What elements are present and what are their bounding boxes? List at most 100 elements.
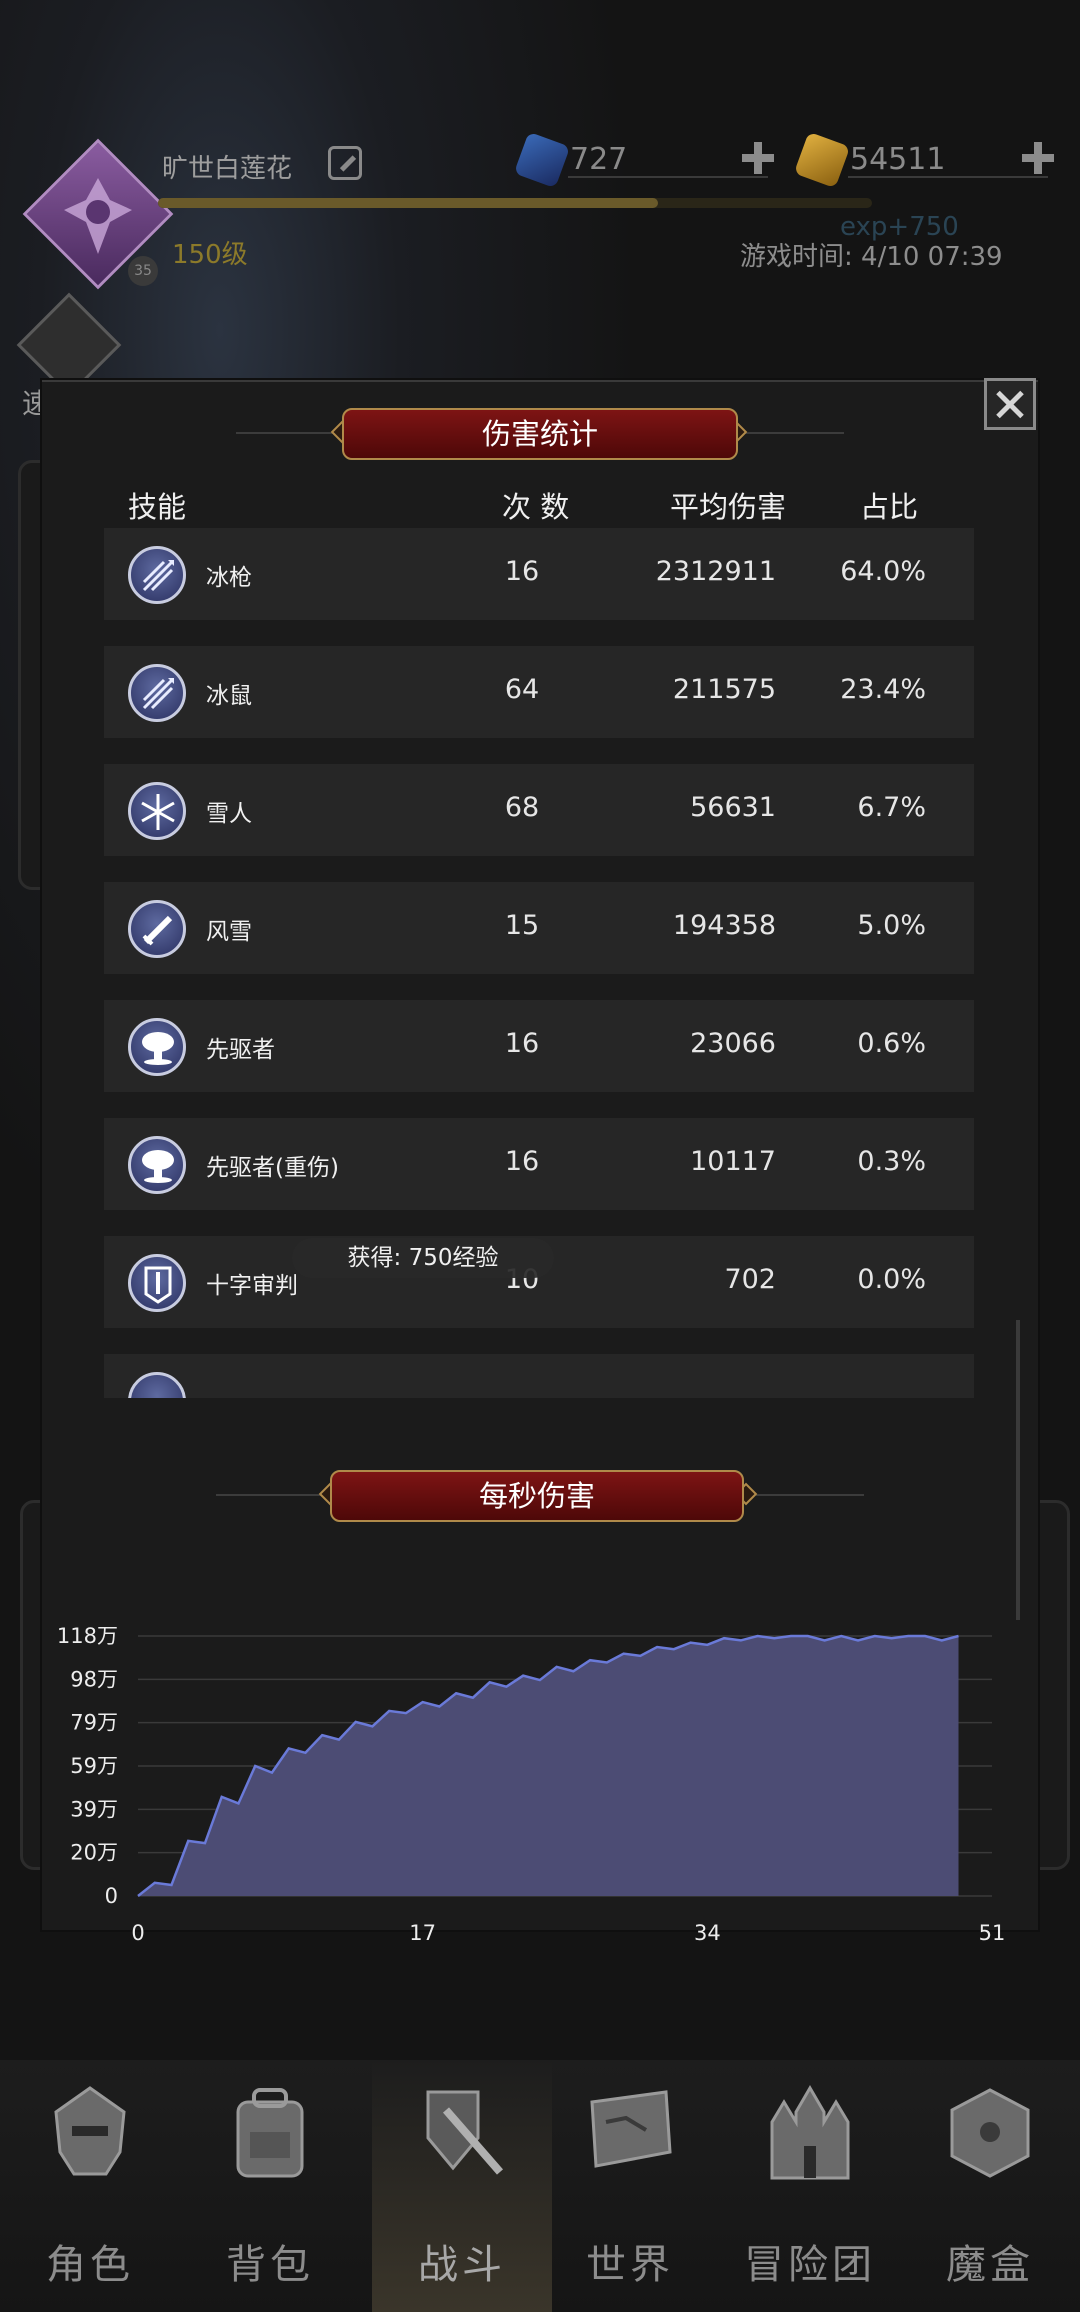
y-tick-label: 59万 xyxy=(70,1754,118,1778)
nav-item-backpack[interactable]: 背包 xyxy=(180,2060,360,2312)
skill-count: 68 xyxy=(504,792,540,823)
scrollbar[interactable] xyxy=(1016,1320,1020,1620)
nav-label: 背包 xyxy=(226,2242,314,2288)
banner-line-left xyxy=(236,432,336,434)
close-button[interactable] xyxy=(984,378,1036,430)
table-row[interactable]: 冰枪 16 2312911 64.0% xyxy=(104,528,974,620)
mushroom-cloud-icon xyxy=(128,1018,186,1076)
table-row[interactable]: 冰鼠 64 211575 23.4% xyxy=(104,646,974,738)
nav-item-battle[interactable]: 战斗 xyxy=(372,2060,552,2312)
skill-avg-damage: 211575 xyxy=(672,674,776,705)
y-tick-label: 39万 xyxy=(70,1797,118,1821)
x-tick-label: 0 xyxy=(131,1921,144,1945)
skill-icon xyxy=(128,1372,186,1398)
y-tick-label: 118万 xyxy=(57,1624,118,1648)
dps-chart: 0 20万 39万 59万 79万 98万 118万 0 17 34 51 xyxy=(57,1624,1006,1945)
skill-name: 十字审判 xyxy=(206,1273,298,1299)
skill-avg-damage: 194358 xyxy=(672,910,776,941)
skill-ratio: 0.6% xyxy=(857,1028,926,1059)
snowflake-icon xyxy=(128,782,186,840)
edit-name-icon[interactable] xyxy=(328,146,362,180)
table-row-partial[interactable] xyxy=(104,1354,974,1398)
backpack-icon xyxy=(236,2088,304,2178)
y-tick-label: 79万 xyxy=(70,1711,118,1735)
skill-ratio: 64.0% xyxy=(840,556,926,587)
x-tick-label: 51 xyxy=(979,1921,1006,1945)
y-tick-label: 0 xyxy=(105,1884,118,1908)
gem-count: 727 xyxy=(570,142,628,177)
y-tick-label: 20万 xyxy=(70,1841,118,1865)
skill-ratio: 0.3% xyxy=(857,1146,926,1177)
exp-toast: 获得: 750经验 xyxy=(292,1238,554,1278)
banner-line-left xyxy=(216,1494,324,1496)
skill-count: 16 xyxy=(504,1028,540,1059)
player-name: 旷世白莲花 xyxy=(162,154,293,184)
nav-item-character[interactable]: 角色 xyxy=(0,2060,180,2312)
skill-name: 先驱者(重伤) xyxy=(206,1155,339,1181)
skill-count: 15 xyxy=(504,910,540,941)
y-tick-label: 98万 xyxy=(70,1667,118,1691)
gold-underline xyxy=(848,176,1048,178)
gem-underline xyxy=(568,176,768,178)
banner-icon xyxy=(128,1254,186,1312)
column-avg-damage: 平均伤害 xyxy=(670,490,787,524)
avatar-level-badge: 35 xyxy=(128,256,158,286)
sword-icon xyxy=(128,900,186,958)
nav-label: 世界 xyxy=(586,2242,674,2288)
table-row[interactable]: 风雪 15 194358 5.0% xyxy=(104,882,974,974)
skill-name: 雪人 xyxy=(206,801,252,827)
column-count: 次 数 xyxy=(502,490,570,524)
banner-line-right xyxy=(756,1494,864,1496)
skill-count: 64 xyxy=(504,674,540,705)
skill-avg-damage: 56631 xyxy=(690,792,776,823)
nav-label: 角色 xyxy=(46,2242,134,2288)
add-gem-button[interactable] xyxy=(740,140,776,176)
skill-name: 冰鼠 xyxy=(206,683,252,709)
nav-label: 冒险团 xyxy=(744,2242,876,2288)
nav-label: 战斗 xyxy=(418,2242,506,2288)
skill-name: 先驱者 xyxy=(206,1037,275,1063)
skill-ratio: 0.0% xyxy=(857,1264,926,1295)
nav-item-magic-box[interactable]: 魔盒 xyxy=(900,2060,1080,2312)
ice-spear-icon xyxy=(128,664,186,722)
banner-line-right xyxy=(744,432,844,434)
column-ratio: 占比 xyxy=(860,490,919,524)
skill-count: 16 xyxy=(504,1146,540,1177)
gold-count: 54511 xyxy=(850,142,946,177)
add-gold-button[interactable] xyxy=(1020,140,1056,176)
skill-avg-damage: 10117 xyxy=(690,1146,776,1177)
avatar-emblem-icon xyxy=(64,178,132,254)
skill-avg-damage: 23066 xyxy=(690,1028,776,1059)
ice-spear-icon xyxy=(128,546,186,604)
nav-label: 魔盒 xyxy=(946,2242,1034,2288)
skill-count: 16 xyxy=(504,556,540,587)
bottom-nav: 角色 背包 战斗 世界 冒险团 魔盒 xyxy=(0,2060,1080,2312)
exp-bar-fill xyxy=(158,198,658,208)
x-tick-label: 34 xyxy=(694,1921,721,1945)
skill-ratio: 5.0% xyxy=(857,910,926,941)
mushroom-cloud-icon xyxy=(128,1136,186,1194)
skill-name: 风雪 xyxy=(206,919,252,945)
game-time: 游戏时间: 4/10 07:39 xyxy=(740,242,1003,272)
castle-icon xyxy=(770,2085,850,2180)
skill-ratio: 23.4% xyxy=(840,674,926,705)
nav-item-adventure-team[interactable]: 冒险团 xyxy=(720,2060,900,2312)
dps-title: 每秒伤害 xyxy=(330,1470,744,1522)
nav-item-world[interactable]: 世界 xyxy=(540,2060,720,2312)
skill-name: 冰枪 xyxy=(206,565,252,591)
table-row[interactable]: 雪人 68 56631 6.7% xyxy=(104,764,974,856)
helmet-icon xyxy=(54,2086,126,2176)
sword-shield-icon xyxy=(426,2090,504,2175)
magic-cube-icon xyxy=(950,2088,1030,2178)
column-skill: 技能 xyxy=(128,490,187,524)
skill-avg-damage: 702 xyxy=(724,1264,776,1295)
x-tick-label: 17 xyxy=(409,1921,436,1945)
skill-avg-damage: 2312911 xyxy=(655,556,776,587)
player-level: 150级 xyxy=(172,240,248,270)
table-row[interactable]: 先驱者 16 23066 0.6% xyxy=(104,1000,974,1092)
table-row[interactable]: 先驱者(重伤) 16 10117 0.3% xyxy=(104,1118,974,1210)
damage-stats-title: 伤害统计 xyxy=(342,408,738,460)
skill-ratio: 6.7% xyxy=(857,792,926,823)
exp-bar xyxy=(158,198,872,208)
map-scroll-icon xyxy=(590,2090,672,2168)
